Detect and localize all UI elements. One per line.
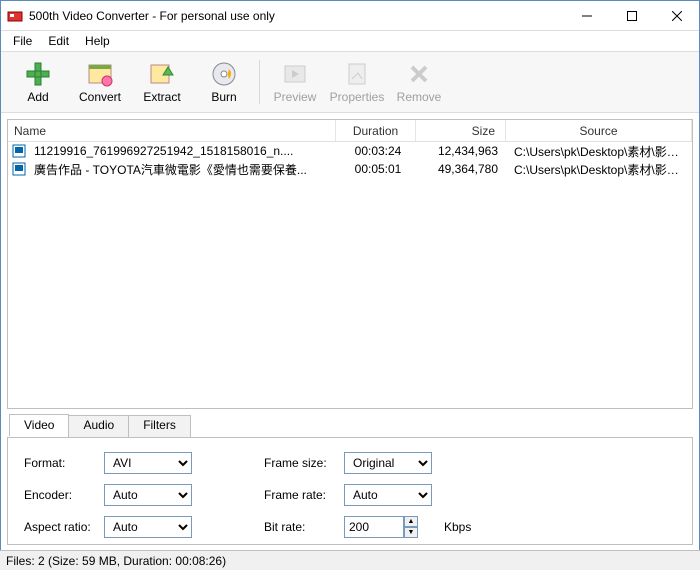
- properties-label: Properties: [330, 90, 385, 104]
- framerate-label: Frame rate:: [264, 488, 344, 502]
- convert-label: Convert: [79, 90, 121, 104]
- tab-audio[interactable]: Audio: [68, 415, 129, 437]
- app-icon: [7, 8, 23, 24]
- framesize-select[interactable]: Original: [344, 452, 432, 474]
- list-rows: 11219916_761996927251942_1518158016_n...…: [8, 142, 692, 408]
- encoder-label: Encoder:: [24, 488, 104, 502]
- toolbar: Add Convert Extract Burn Preview Propert…: [1, 51, 699, 113]
- cell-duration: 00:05:01: [338, 162, 418, 176]
- convert-button[interactable]: Convert: [69, 54, 131, 110]
- properties-icon: [343, 60, 371, 88]
- cell-duration: 00:03:24: [338, 144, 418, 158]
- minimize-button[interactable]: [564, 1, 609, 30]
- cell-size: 49,364,780: [418, 162, 508, 176]
- add-label: Add: [27, 90, 48, 104]
- file-list[interactable]: Name Duration Size Source 11219916_76199…: [7, 119, 693, 409]
- header-source[interactable]: Source: [506, 120, 692, 141]
- bitrate-input[interactable]: [344, 516, 404, 538]
- menu-file[interactable]: File: [5, 32, 40, 50]
- status-text: Files: 2 (Size: 59 MB, Duration: 00:08:2…: [6, 554, 226, 568]
- aspect-label: Aspect ratio:: [24, 520, 104, 534]
- cell-source: C:\Users\pk\Desktop\素材\影片...: [508, 143, 692, 160]
- format-label: Format:: [24, 456, 104, 470]
- list-item[interactable]: 廣告作品 - TOYOTA汽車微電影《愛情也需要保養... 00:05:01 4…: [8, 160, 692, 178]
- remove-icon: [405, 60, 433, 88]
- framesize-label: Frame size:: [264, 456, 344, 470]
- bitrate-unit: Kbps: [444, 520, 484, 534]
- burn-button[interactable]: Burn: [193, 54, 255, 110]
- menubar: File Edit Help: [1, 31, 699, 51]
- aspect-select[interactable]: Auto: [104, 516, 192, 538]
- remove-button[interactable]: Remove: [388, 54, 450, 110]
- tab-video[interactable]: Video: [9, 414, 69, 436]
- window-title: 500th Video Converter - For personal use…: [29, 9, 564, 23]
- settings-tabs: Video Audio Filters: [9, 414, 693, 436]
- cell-name: 11219916_761996927251942_1518158016_n...…: [28, 144, 338, 158]
- tab-filters[interactable]: Filters: [128, 415, 191, 437]
- preview-icon: [281, 60, 309, 88]
- bitrate-down[interactable]: ▼: [404, 527, 418, 538]
- extract-icon: [148, 60, 176, 88]
- list-header[interactable]: Name Duration Size Source: [8, 120, 692, 142]
- video-file-icon: [12, 144, 26, 158]
- header-size[interactable]: Size: [416, 120, 506, 141]
- video-file-icon: [12, 162, 26, 176]
- header-name[interactable]: Name: [8, 120, 336, 141]
- add-icon: [24, 60, 52, 88]
- extract-button[interactable]: Extract: [131, 54, 193, 110]
- titlebar: 500th Video Converter - For personal use…: [1, 1, 699, 31]
- bitrate-up[interactable]: ▲: [404, 516, 418, 527]
- cell-source: C:\Users\pk\Desktop\素材\影片...: [508, 161, 692, 178]
- list-item[interactable]: 11219916_761996927251942_1518158016_n...…: [8, 142, 692, 160]
- menu-help[interactable]: Help: [77, 32, 118, 50]
- add-button[interactable]: Add: [7, 54, 69, 110]
- menu-edit[interactable]: Edit: [40, 32, 77, 50]
- cell-size: 12,434,963: [418, 144, 508, 158]
- header-duration[interactable]: Duration: [336, 120, 416, 141]
- convert-icon: [86, 60, 114, 88]
- extract-label: Extract: [143, 90, 180, 104]
- burn-label: Burn: [211, 90, 236, 104]
- properties-button[interactable]: Properties: [326, 54, 388, 110]
- format-select[interactable]: AVI: [104, 452, 192, 474]
- cell-name: 廣告作品 - TOYOTA汽車微電影《愛情也需要保養...: [28, 161, 338, 178]
- close-button[interactable]: [654, 1, 699, 30]
- settings-panel: Format: AVI Frame size: Original Encoder…: [7, 437, 693, 545]
- preview-button[interactable]: Preview: [264, 54, 326, 110]
- bitrate-label: Bit rate:: [264, 520, 344, 534]
- window-controls: [564, 1, 699, 30]
- remove-label: Remove: [397, 90, 442, 104]
- toolbar-separator: [259, 60, 260, 104]
- burn-icon: [210, 60, 238, 88]
- statusbar: Files: 2 (Size: 59 MB, Duration: 00:08:2…: [0, 550, 700, 570]
- maximize-button[interactable]: [609, 1, 654, 30]
- encoder-select[interactable]: Auto: [104, 484, 192, 506]
- preview-label: Preview: [274, 90, 317, 104]
- framerate-select[interactable]: Auto: [344, 484, 432, 506]
